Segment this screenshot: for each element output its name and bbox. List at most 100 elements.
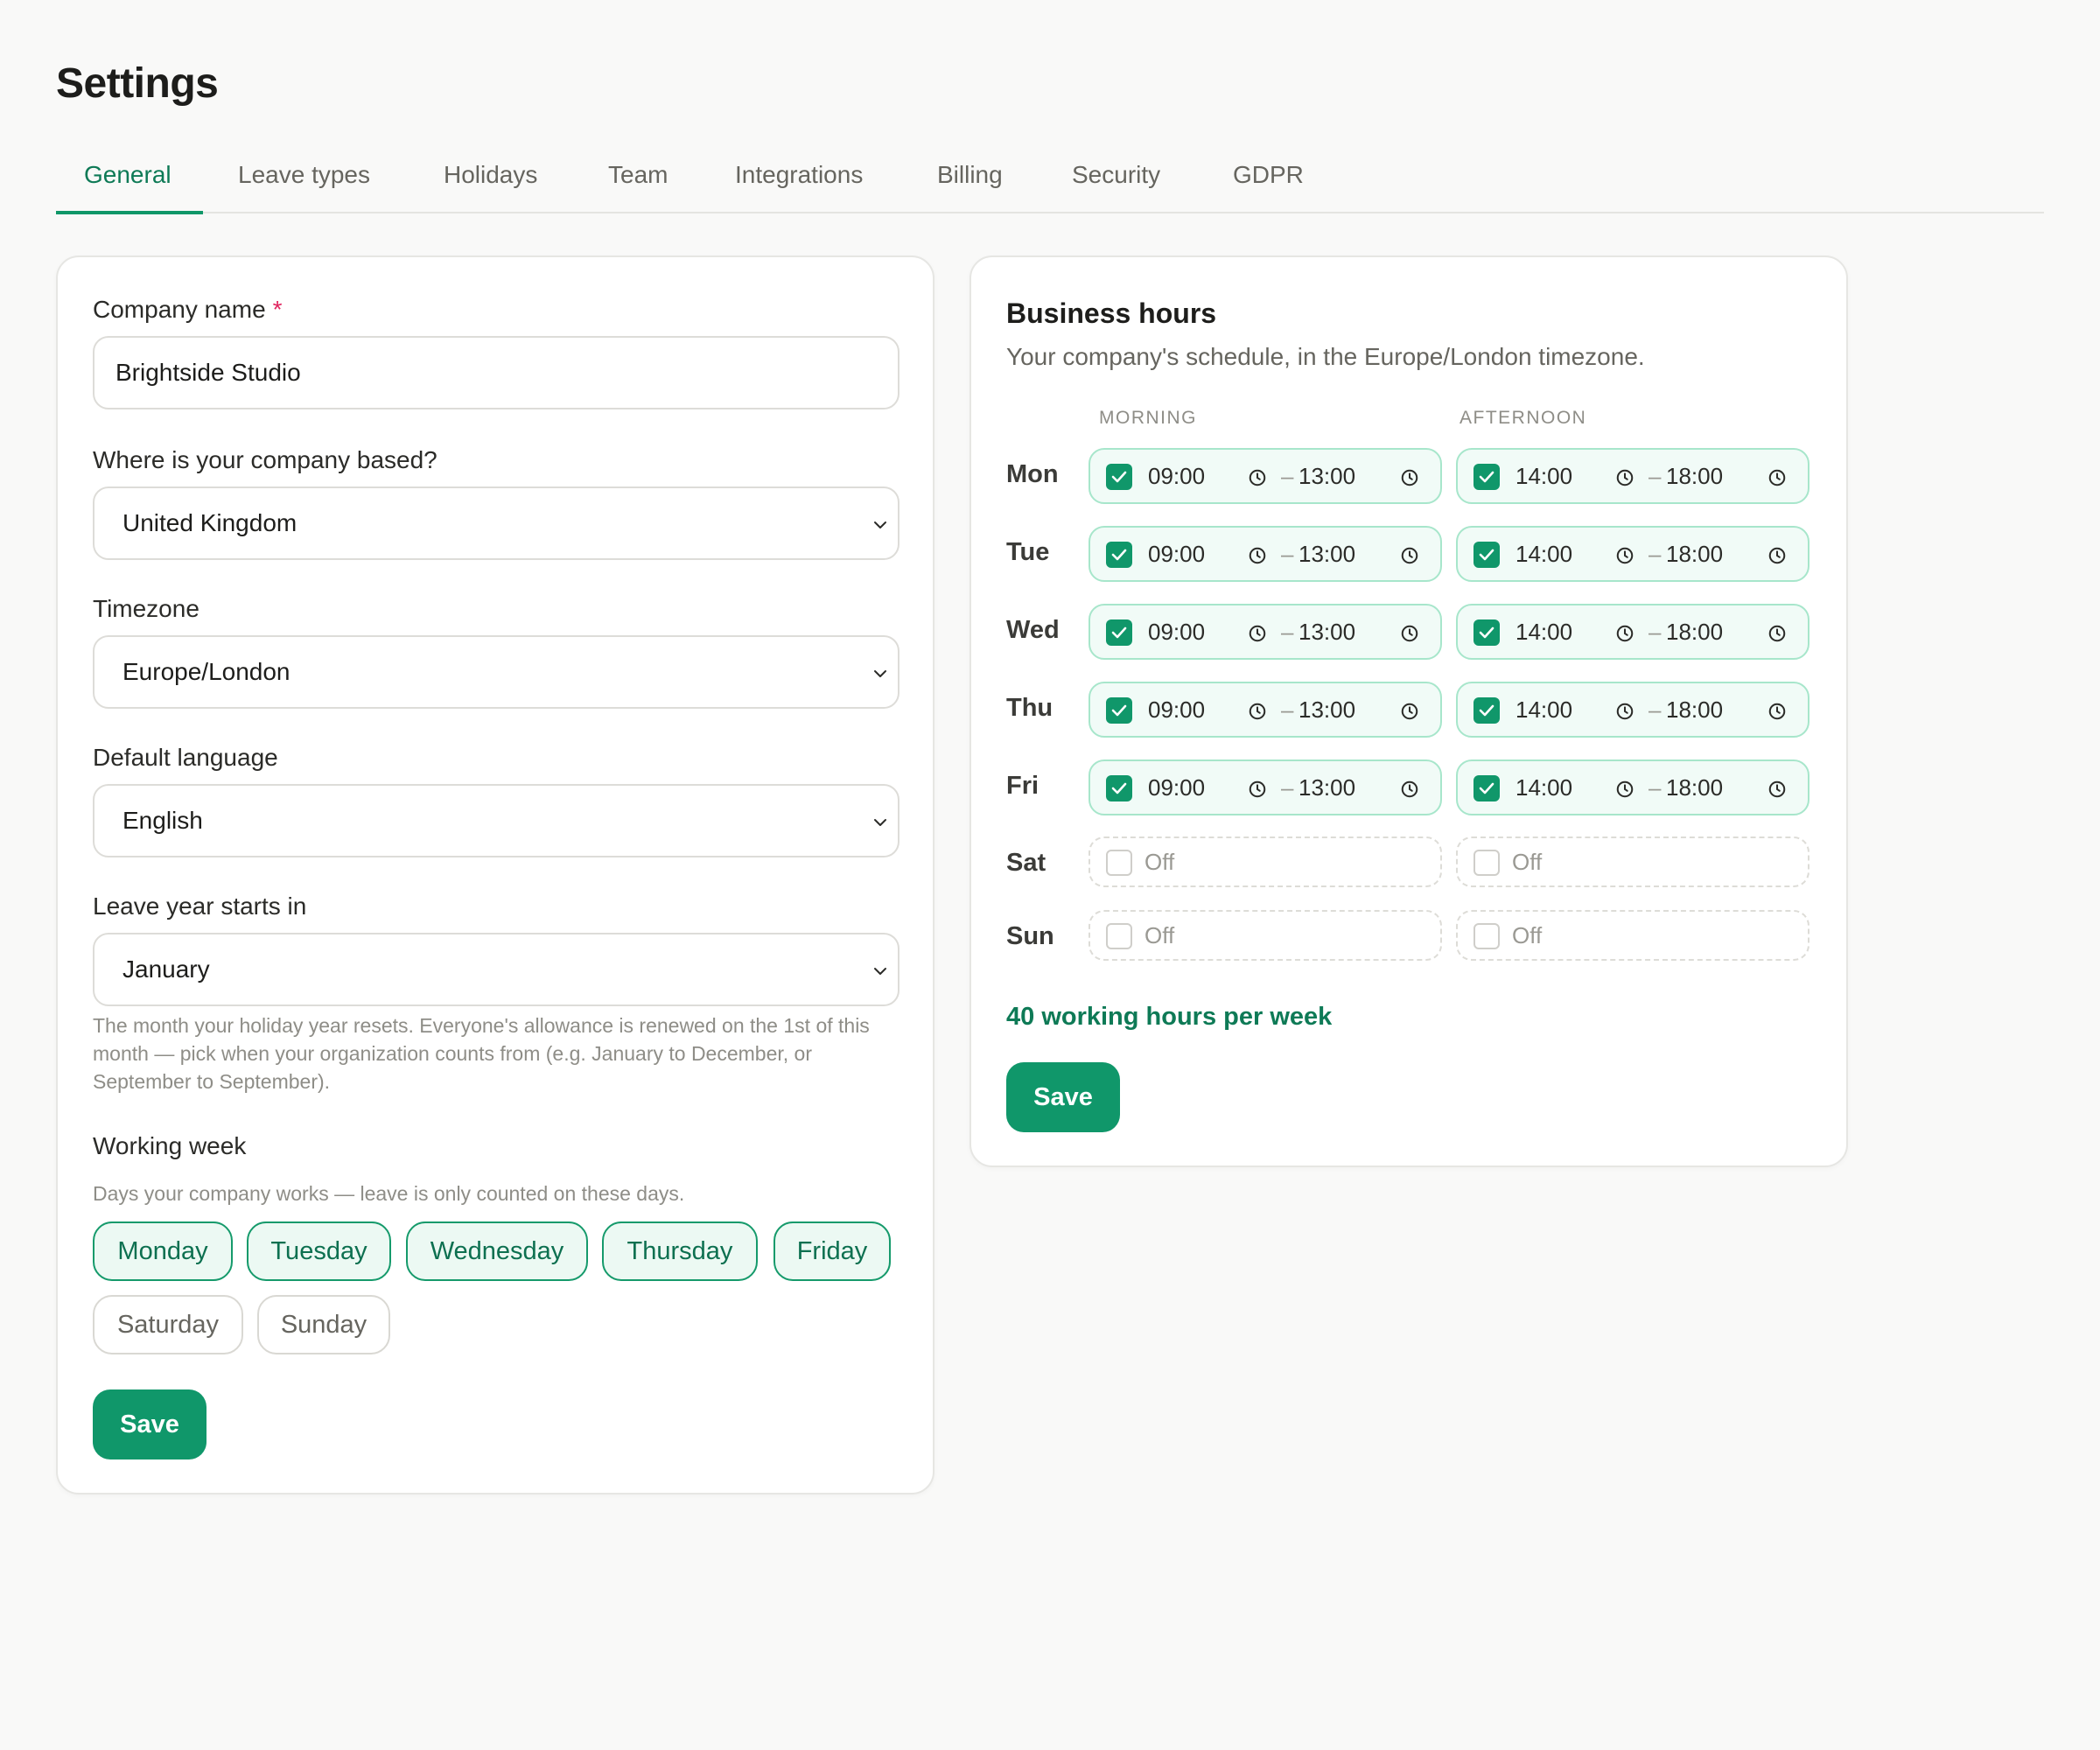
- off-label: Off: [1144, 849, 1175, 875]
- required-mark: *: [272, 296, 283, 323]
- tab-leave-types[interactable]: Leave types: [238, 154, 370, 214]
- morning-end-time[interactable]: 13:00: [1298, 774, 1355, 802]
- time-range-separator: –: [1648, 541, 1662, 567]
- tab-general[interactable]: General: [84, 154, 172, 214]
- off-label: Off: [1144, 922, 1175, 948]
- afternoon-checkbox-sat[interactable]: [1474, 850, 1500, 876]
- morning-slot-wed: 09:00 –13:00: [1088, 604, 1442, 660]
- timezone-label: Timezone: [93, 595, 200, 622]
- afternoon-start-time[interactable]: 14:00: [1516, 619, 1572, 646]
- afternoon-checkbox-wed[interactable]: [1474, 620, 1500, 646]
- business-hours-title: Business hours: [1006, 298, 1217, 329]
- clock-icon: [1616, 703, 1634, 720]
- weekly-hours-total: 40 working hours per week: [1006, 1003, 1333, 1031]
- day-chip-monday[interactable]: Monday: [93, 1222, 233, 1281]
- morning-slot-sat: Off: [1088, 836, 1442, 887]
- clock-icon: [1401, 703, 1418, 720]
- check-icon: [1111, 471, 1127, 483]
- morning-start-time[interactable]: 09:00: [1148, 463, 1205, 490]
- country-select[interactable]: United Kingdom: [93, 486, 900, 560]
- time-range-separator: –: [1648, 774, 1662, 801]
- morning-start-time[interactable]: 09:00: [1148, 619, 1205, 646]
- tab-billing[interactable]: Billing: [937, 154, 1003, 214]
- off-label: Off: [1512, 849, 1543, 875]
- afternoon-slot-fri: 14:00 –18:00: [1456, 760, 1810, 816]
- afternoon-checkbox-mon[interactable]: [1474, 464, 1500, 490]
- check-icon: [1479, 471, 1494, 483]
- afternoon-slot-thu: 14:00 –18:00: [1456, 682, 1810, 738]
- company-name-input[interactable]: Brightside Studio: [93, 336, 900, 410]
- day-label-wed: Wed: [1006, 616, 1060, 644]
- day-chip-wednesday[interactable]: Wednesday: [406, 1222, 588, 1281]
- clock-icon: [1249, 703, 1266, 720]
- working-week-help: Days your company works — leave is only …: [93, 1182, 685, 1205]
- morning-start-time[interactable]: 09:00: [1148, 696, 1205, 724]
- afternoon-end-time[interactable]: 18:00: [1666, 619, 1723, 646]
- tab-gdpr[interactable]: GDPR: [1233, 154, 1304, 214]
- afternoon-start-time[interactable]: 14:00: [1516, 541, 1572, 568]
- tab-integrations[interactable]: Integrations: [735, 154, 863, 214]
- morning-end-time[interactable]: 13:00: [1298, 463, 1355, 490]
- language-select[interactable]: English: [93, 784, 900, 858]
- afternoon-slot-sat: Off: [1456, 836, 1810, 887]
- check-icon: [1111, 704, 1127, 717]
- clock-icon: [1768, 469, 1786, 486]
- company-name-value: Brightside Studio: [116, 359, 301, 386]
- clock-icon: [1616, 547, 1634, 564]
- company-name-label-text: Company name: [93, 296, 266, 323]
- afternoon-end-time[interactable]: 18:00: [1666, 541, 1723, 568]
- clock-icon: [1616, 780, 1634, 798]
- afternoon-slot-mon: 14:00 –18:00: [1456, 448, 1810, 504]
- afternoon-checkbox-fri[interactable]: [1474, 775, 1500, 802]
- afternoon-start-time[interactable]: 14:00: [1516, 463, 1572, 490]
- afternoon-end-time[interactable]: 18:00: [1666, 463, 1723, 490]
- morning-checkbox-sun[interactable]: [1106, 923, 1132, 949]
- afternoon-end-time[interactable]: 18:00: [1666, 774, 1723, 802]
- morning-end-time[interactable]: 13:00: [1298, 541, 1355, 568]
- morning-end-time[interactable]: 13:00: [1298, 619, 1355, 646]
- afternoon-end-time[interactable]: 18:00: [1666, 696, 1723, 724]
- clock-icon: [1768, 547, 1786, 564]
- morning-checkbox-tue[interactable]: [1106, 542, 1132, 568]
- morning-start-time[interactable]: 09:00: [1148, 774, 1205, 802]
- day-label-fri: Fri: [1006, 772, 1040, 800]
- afternoon-checkbox-thu[interactable]: [1474, 697, 1500, 724]
- leave-year-select[interactable]: January: [93, 933, 900, 1006]
- day-label-sat: Sat: [1006, 849, 1046, 877]
- time-range-separator: –: [1281, 774, 1294, 801]
- tab-holidays[interactable]: Holidays: [444, 154, 537, 214]
- clock-icon: [1249, 547, 1266, 564]
- morning-checkbox-thu[interactable]: [1106, 697, 1132, 724]
- chevron-down-icon: [874, 819, 886, 826]
- morning-checkbox-wed[interactable]: [1106, 620, 1132, 646]
- day-chip-saturday[interactable]: Saturday: [93, 1295, 243, 1354]
- tab-team[interactable]: Team: [608, 154, 668, 214]
- check-icon: [1479, 704, 1494, 717]
- tab-security[interactable]: Security: [1072, 154, 1160, 214]
- settings-tabs: General Leave types Holidays Team Integr…: [56, 154, 2044, 214]
- time-range-separator: –: [1648, 696, 1662, 723]
- morning-checkbox-mon[interactable]: [1106, 464, 1132, 490]
- leave-year-value: January: [122, 956, 210, 983]
- afternoon-start-time[interactable]: 14:00: [1516, 774, 1572, 802]
- save-general-button[interactable]: Save: [93, 1390, 206, 1460]
- afternoon-start-time[interactable]: 14:00: [1516, 696, 1572, 724]
- morning-end-time[interactable]: 13:00: [1298, 696, 1355, 724]
- day-chip-thursday[interactable]: Thursday: [602, 1222, 758, 1281]
- morning-checkbox-sat[interactable]: [1106, 850, 1132, 876]
- timezone-select[interactable]: Europe/London: [93, 635, 900, 709]
- country-label: Where is your company based?: [93, 446, 438, 473]
- afternoon-slot-tue: 14:00 –18:00: [1456, 526, 1810, 582]
- day-chip-sunday[interactable]: Sunday: [257, 1295, 390, 1354]
- afternoon-checkbox-sun[interactable]: [1474, 923, 1500, 949]
- time-range-separator: –: [1281, 541, 1294, 567]
- morning-checkbox-fri[interactable]: [1106, 775, 1132, 802]
- afternoon-checkbox-tue[interactable]: [1474, 542, 1500, 568]
- clock-icon: [1768, 625, 1786, 642]
- day-chip-friday[interactable]: Friday: [774, 1222, 891, 1281]
- chevron-down-icon: [874, 670, 886, 677]
- day-chip-tuesday[interactable]: Tuesday: [247, 1222, 391, 1281]
- morning-start-time[interactable]: 09:00: [1148, 541, 1205, 568]
- clock-icon: [1401, 547, 1418, 564]
- save-business-hours-button[interactable]: Save: [1006, 1062, 1120, 1132]
